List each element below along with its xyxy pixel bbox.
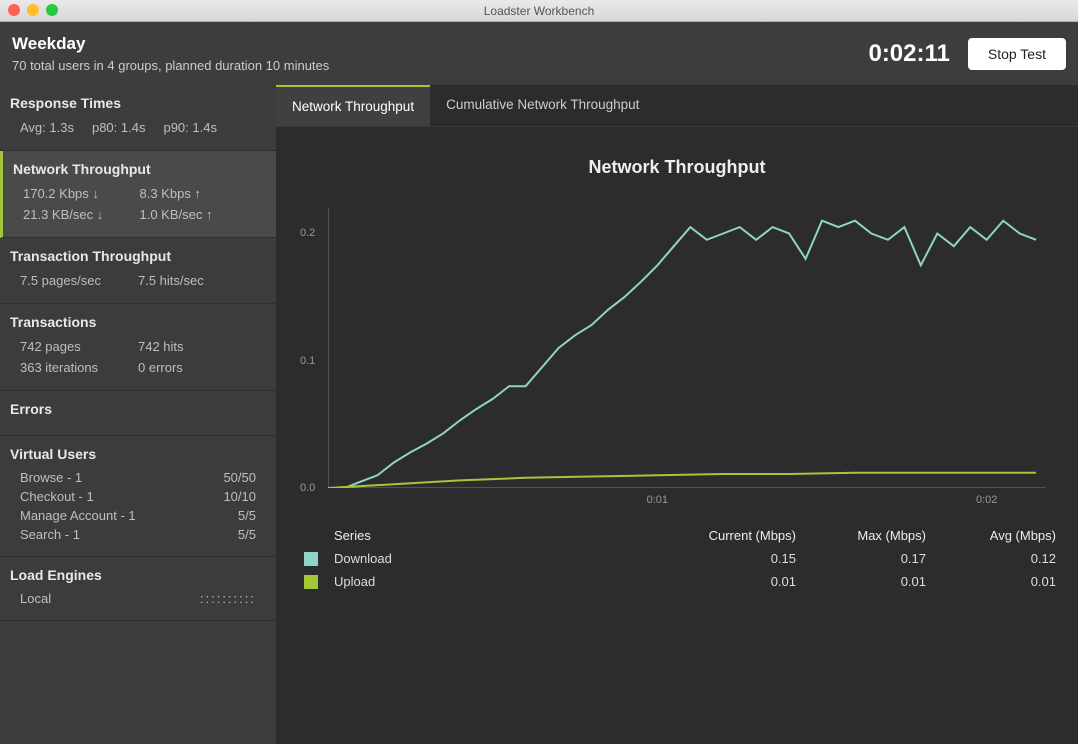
- sidebar-item-virtual-users[interactable]: Virtual Users Browse - 1 50/50 Checkout -…: [0, 436, 276, 557]
- x-tick-label: 0:02: [976, 494, 997, 506]
- series-table: Series Current (Mbps) Max (Mbps) Avg (Mb…: [304, 524, 1056, 593]
- vu-name: Checkout - 1: [20, 489, 94, 504]
- col-max: Max (Mbps): [796, 528, 926, 543]
- series-row: Download 0.15 0.17 0.12: [304, 547, 1056, 570]
- section-title: Transaction Throughput: [0, 248, 276, 270]
- zoom-icon[interactable]: [46, 4, 58, 16]
- test-header: Weekday 70 total users in 4 groups, plan…: [0, 22, 1078, 85]
- sidebar-item-errors[interactable]: Errors: [0, 391, 276, 436]
- y-tick-label: 0.1: [300, 355, 315, 367]
- test-subtitle: 70 total users in 4 groups, planned dura…: [12, 58, 329, 73]
- line-chart: 0.00.10.20:010:02: [328, 208, 1046, 488]
- x-tick-label: 0:01: [647, 494, 668, 506]
- series-avg: 0.12: [926, 551, 1056, 566]
- section-title: Network Throughput: [3, 161, 276, 183]
- series-row: Upload 0.01 0.01 0.01: [304, 570, 1056, 593]
- tx-errors: 0 errors: [138, 357, 256, 378]
- close-icon[interactable]: [8, 4, 20, 16]
- vu-count: 10/10: [223, 489, 256, 504]
- section-title: Load Engines: [0, 567, 276, 589]
- vu-count: 5/5: [238, 527, 256, 542]
- y-tick-label: 0.2: [300, 227, 315, 239]
- y-tick-label: 0.0: [300, 482, 315, 494]
- sidebar-item-transactions[interactable]: Transactions 742 pages 742 hits 363 iter…: [0, 304, 276, 391]
- nt-up-kBs: 1.0 KB/sec ↑: [140, 204, 257, 225]
- sidebar-item-load-engines[interactable]: Load Engines Local ::::::::::: [0, 557, 276, 621]
- tt-pages: 7.5 pages/sec: [20, 270, 138, 291]
- section-title: Virtual Users: [0, 446, 276, 468]
- sidebar-item-response-times[interactable]: Response Times Avg: 1.3s p80: 1.4s p90: …: [0, 85, 276, 151]
- minimize-icon[interactable]: [27, 4, 39, 16]
- section-title: Transactions: [0, 314, 276, 336]
- nt-down-kbps: 170.2 Kbps ↓: [23, 183, 140, 204]
- vu-count: 50/50: [223, 470, 256, 485]
- stop-test-button[interactable]: Stop Test: [968, 38, 1066, 70]
- vu-count: 5/5: [238, 508, 256, 523]
- tab-network-throughput[interactable]: Network Throughput: [276, 85, 430, 126]
- main-panel: Network Throughput Cumulative Network Th…: [276, 85, 1078, 744]
- tx-hits: 742 hits: [138, 336, 256, 357]
- traffic-lights: [8, 4, 58, 16]
- series-name: Download: [334, 551, 534, 566]
- series-max: 0.17: [796, 551, 926, 566]
- window-titlebar: Loadster Workbench: [0, 0, 1078, 22]
- elapsed-timer: 0:02:11: [868, 40, 949, 68]
- vu-name: Search - 1: [20, 527, 80, 542]
- nt-down-kBs: 21.3 KB/sec ↓: [23, 204, 140, 225]
- series-name: Upload: [334, 574, 534, 589]
- section-title: Response Times: [0, 95, 276, 117]
- chart-area: Network Throughput 0.00.10.20:010:02 Ser…: [276, 127, 1078, 744]
- tx-iterations: 363 iterations: [20, 357, 138, 378]
- series-avg: 0.01: [926, 574, 1056, 589]
- vu-name: Manage Account - 1: [20, 508, 136, 523]
- tabs: Network Throughput Cumulative Network Th…: [276, 85, 1078, 127]
- tab-cumulative-throughput[interactable]: Cumulative Network Throughput: [430, 85, 655, 126]
- test-title: Weekday: [12, 34, 329, 54]
- rt-p90: p90: 1.4s: [163, 117, 217, 138]
- rt-p80: p80: 1.4s: [92, 117, 146, 138]
- sidebar-item-transaction-throughput[interactable]: Transaction Throughput 7.5 pages/sec 7.5…: [0, 238, 276, 304]
- vu-name: Browse - 1: [20, 470, 82, 485]
- swatch-icon: [304, 552, 318, 566]
- sidebar: Response Times Avg: 1.3s p80: 1.4s p90: …: [0, 85, 276, 744]
- tx-pages: 742 pages: [20, 336, 138, 357]
- series-header: Series Current (Mbps) Max (Mbps) Avg (Mb…: [304, 524, 1056, 547]
- sidebar-item-network-throughput[interactable]: Network Throughput 170.2 Kbps ↓ 8.3 Kbps…: [0, 151, 276, 238]
- chart-title: Network Throughput: [298, 157, 1056, 178]
- col-current: Current (Mbps): [666, 528, 796, 543]
- series-current: 0.15: [666, 551, 796, 566]
- rt-avg: Avg: 1.3s: [20, 117, 74, 138]
- swatch-icon: [304, 575, 318, 589]
- section-title: Errors: [0, 401, 276, 423]
- series-max: 0.01: [796, 574, 926, 589]
- col-series: Series: [334, 528, 534, 543]
- tt-hits: 7.5 hits/sec: [138, 270, 256, 291]
- engine-name: Local: [20, 591, 51, 606]
- series-current: 0.01: [666, 574, 796, 589]
- engine-status: ::::::::::: [200, 591, 256, 606]
- col-avg: Avg (Mbps): [926, 528, 1056, 543]
- nt-up-kbps: 8.3 Kbps ↑: [140, 183, 257, 204]
- window-title: Loadster Workbench: [484, 4, 595, 18]
